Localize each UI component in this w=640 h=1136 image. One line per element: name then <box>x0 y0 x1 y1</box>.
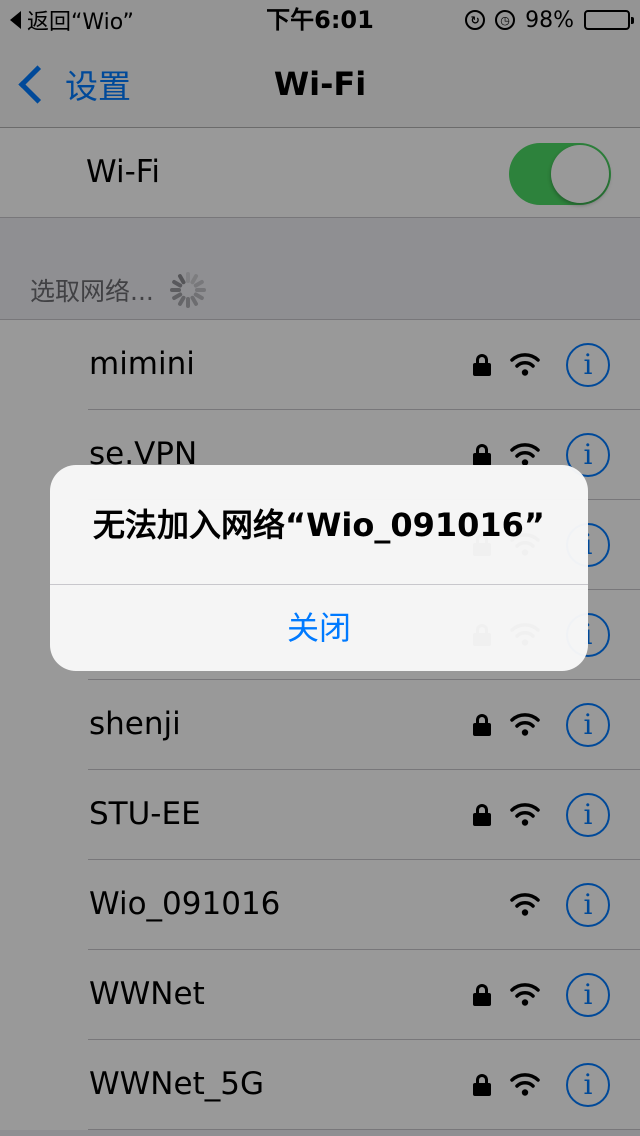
alert-title: 无法加入网络“Wio_091016” <box>93 506 545 544</box>
alert-close-button[interactable]: 关闭 <box>50 585 588 671</box>
wifi-settings-screen: 返回“Wio” 下午6:01 ↻ ◷ 98% 设置 Wi-Fi Wi-Fi 选取… <box>0 0 640 1136</box>
alert-dialog: 无法加入网络“Wio_091016” 关闭 <box>50 465 588 671</box>
